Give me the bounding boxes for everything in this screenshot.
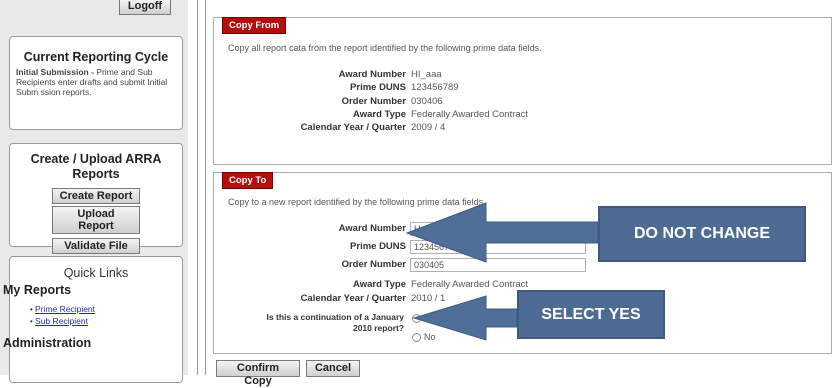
select-yes-callout: SELECT YES	[517, 290, 665, 339]
order-number-label: Order Number	[341, 259, 406, 270]
create-upload-box: Create / Upload ARRA Reports Create Repo…	[9, 143, 183, 254]
reporting-cycle-box: Current Reporting Cycle Initial Submissi…	[9, 36, 183, 130]
award-type-label: Award Type	[353, 279, 406, 290]
radio-no[interactable]	[412, 333, 421, 343]
field-value: 030406	[411, 96, 443, 107]
award-number-input[interactable]: H_aaa	[410, 222, 586, 236]
copy-from-row: Award Type Federally Awarded Contract	[214, 109, 554, 123]
administration-heading: Administration	[3, 336, 92, 350]
field-label: Award Type	[353, 109, 406, 120]
divider	[197, 0, 198, 375]
copy-from-panel: Copy From Copy all report cata from the …	[213, 17, 832, 165]
prime-duns-label: Prime DUNS	[350, 241, 406, 252]
field-label: Prime DUNS	[350, 82, 406, 93]
sub-recipient-link[interactable]: Sub Recipient	[35, 316, 88, 326]
option-yes-label: Yes	[424, 313, 439, 323]
copy-to-description: Copy to a new report identified by the f…	[228, 197, 486, 207]
year-quarter-label: Calendar Year / Quarter	[300, 293, 406, 304]
logoff-button[interactable]: Logoff	[119, 0, 171, 15]
divider	[205, 0, 206, 375]
continuation-question: Is this a continuation of a January 2010…	[266, 312, 404, 333]
my-reports-heading: My Reports	[3, 283, 72, 297]
year-quarter-row: Calendar Year / Quarter 2010 / 1	[214, 293, 554, 307]
copy-from-row: Award Number HI_aaa	[214, 69, 554, 83]
option-no[interactable]: No	[412, 332, 436, 343]
prime-recipient-link[interactable]: Prime Recipient	[35, 304, 95, 314]
upload-report-button[interactable]: Upload Report	[52, 206, 140, 234]
field-value: Federally Awarded Contract	[411, 109, 529, 120]
copy-from-row: Prime DUNS 123456789	[214, 82, 554, 96]
reporting-cycle-label: Initial Submission -	[16, 67, 94, 77]
reporting-cycle-text: Initial Submission - Prime and Sub Recip…	[10, 64, 182, 97]
quick-links-box: Quick Links My Reports • Prime Recipient…	[3, 256, 183, 383]
copy-from-tab: Copy From	[222, 17, 287, 34]
do-not-change-callout: DO NOT CHANGE	[598, 206, 806, 262]
field-value: 123456789	[411, 82, 459, 93]
field-label: Calendar Year / Quarter	[300, 122, 406, 133]
award-number-label: Award Number	[338, 223, 406, 234]
copy-from-row: Order Number 030406	[214, 96, 554, 110]
order-number-input[interactable]: 030405	[410, 258, 586, 272]
confirm-copy-button[interactable]: Confirm Copy	[216, 360, 300, 387]
copy-from-row: Calendar Year / Quarter 2009 / 4	[214, 122, 554, 136]
cancel-button[interactable]: Cancel	[306, 360, 360, 377]
reporting-cycle-title: Current Reporting Cycle	[23, 50, 169, 64]
option-no-label: No	[424, 332, 436, 342]
create-upload-title: Create / Upload ARRA Reports	[30, 152, 162, 181]
sidebar: Logoff Current Reporting Cycle Initial S…	[0, 0, 188, 383]
validate-file-button[interactable]: Validate File	[52, 238, 140, 254]
create-report-button[interactable]: Create Report	[52, 188, 140, 204]
field-label: Award Number	[338, 69, 406, 80]
award-type-row: Award Type Federally Awarded Contract	[214, 279, 554, 293]
quick-links-title: Quick Links	[63, 266, 129, 280]
field-label: Order Number	[341, 96, 406, 107]
radio-yes[interactable]	[412, 314, 421, 324]
copy-to-tab: Copy To	[222, 172, 274, 189]
prime-duns-input[interactable]: 123456789	[410, 240, 586, 254]
year-quarter-value: 2010 / 1	[411, 293, 446, 304]
field-value: HI_aaa	[411, 69, 442, 80]
award-type-value: Federally Awarded Contract	[411, 279, 529, 290]
field-value: 2009 / 4	[411, 122, 446, 133]
option-yes[interactable]: Yes	[412, 313, 439, 324]
copy-from-description: Copy all report cata from the report ide…	[228, 43, 542, 53]
